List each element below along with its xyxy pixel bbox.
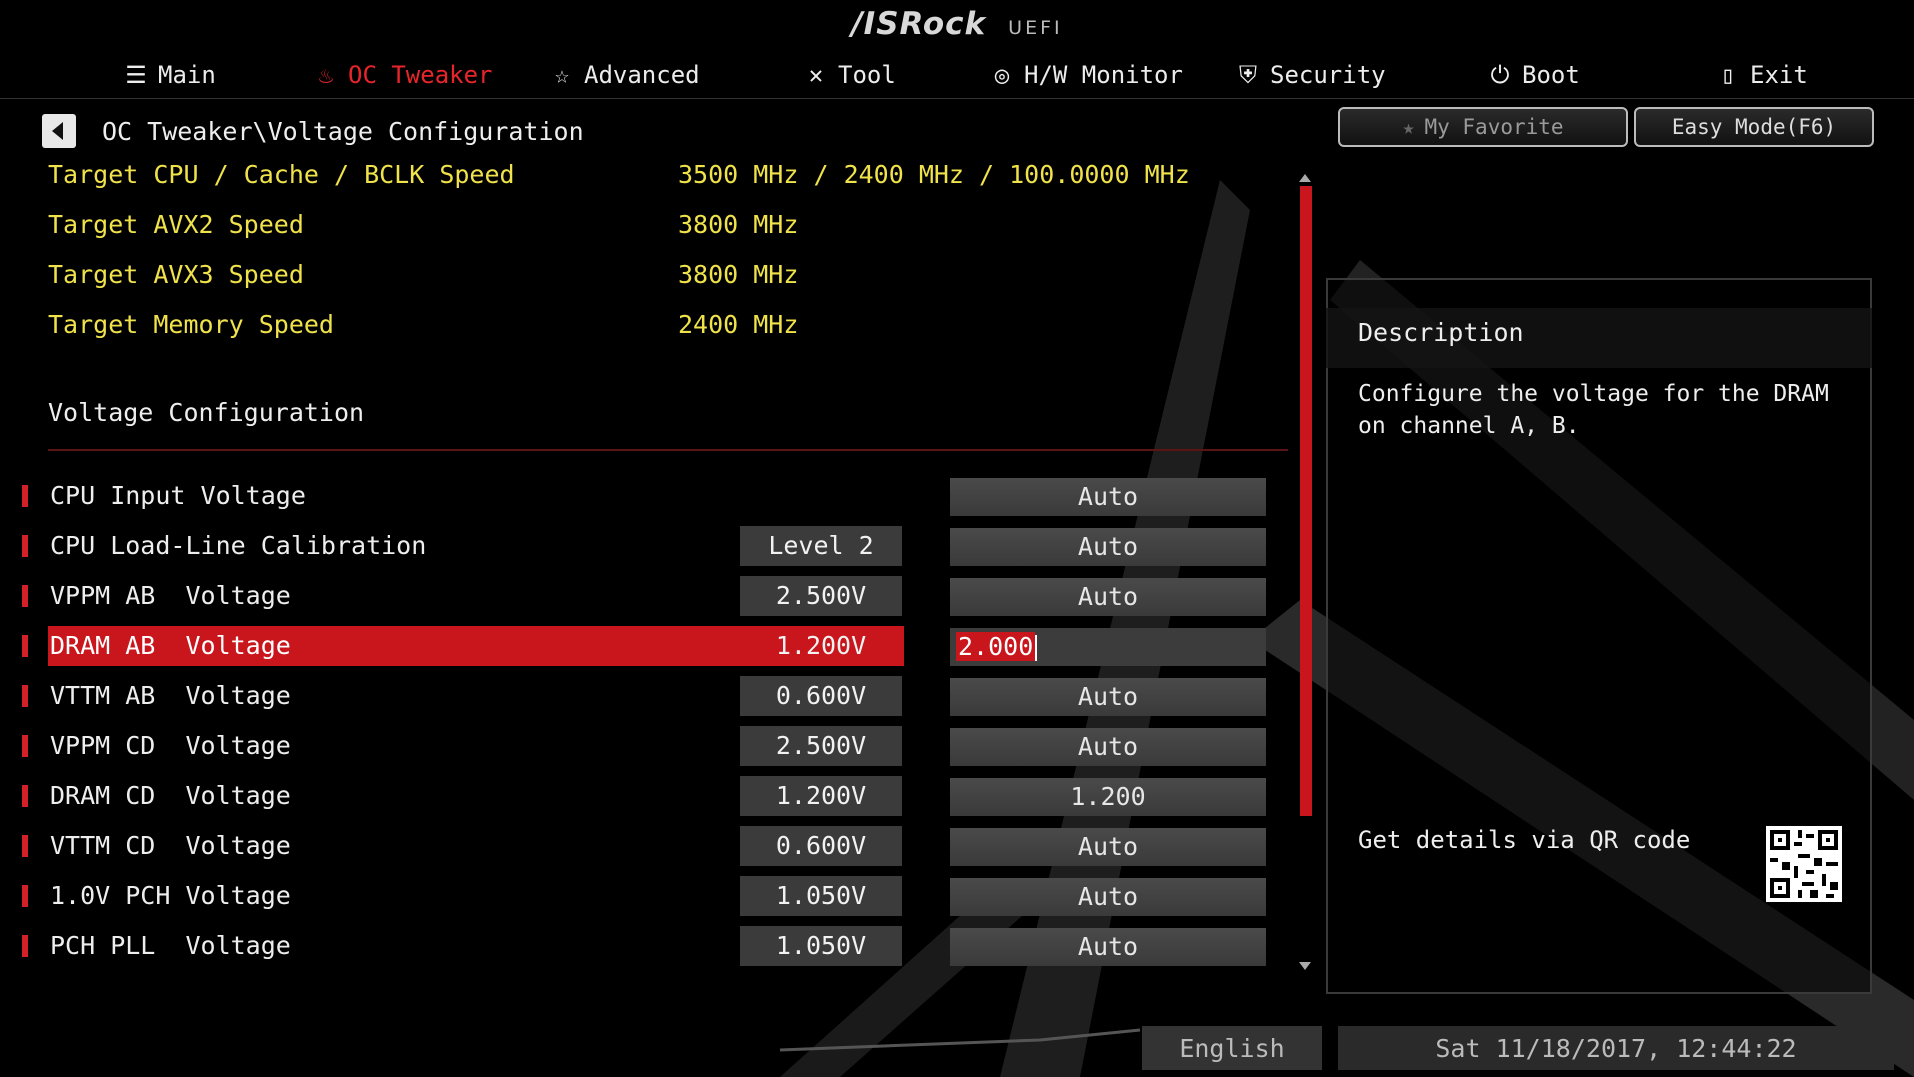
target-label: Target AVX2 Speed <box>48 210 304 239</box>
breadcrumb-text: OC Tweaker\Voltage Configuration <box>102 116 584 146</box>
row-marker <box>22 485 28 507</box>
current-value: 1.050V <box>740 926 902 966</box>
back-button[interactable] <box>42 114 76 148</box>
setting-value[interactable]: 1.200 <box>950 778 1266 816</box>
setting-value[interactable]: Auto <box>950 928 1266 966</box>
setting-label: 1.0V PCH Voltage <box>50 881 291 910</box>
tab-advanced[interactable]: ☆ Advanced <box>548 58 700 92</box>
current-value: 0.600V <box>740 676 902 716</box>
row-marker <box>22 735 28 757</box>
top-navigation: ☰ Main ♨ OC Tweaker ☆ Advanced ✕ Tool ◎ H/W M… <box>0 52 1914 99</box>
shield-icon: ⛨ <box>1239 61 1257 89</box>
tab-exit[interactable]: ▯ Exit <box>1714 58 1808 92</box>
setting-row[interactable]: CPU Load-Line Calibration Level 2 Auto <box>0 526 1270 566</box>
current-value: 1.200V <box>740 776 902 816</box>
setting-label: VPPM AB Voltage <box>50 581 291 610</box>
setting-value[interactable]: Auto <box>950 878 1266 916</box>
row-marker <box>22 835 28 857</box>
breadcrumb: OC Tweaker\Voltage Configuration <box>42 114 584 148</box>
setting-value[interactable]: Auto <box>950 828 1266 866</box>
current-value: 2.500V <box>740 576 902 616</box>
setting-label: VPPM CD Voltage <box>50 731 291 760</box>
target-value: 3800 MHz <box>678 260 799 289</box>
target-label: Target CPU / Cache / BCLK Speed <box>48 160 515 189</box>
tools-icon: ✕ <box>808 61 824 89</box>
row-marker <box>22 885 28 907</box>
current-value: 0.600V <box>740 826 902 866</box>
setting-row[interactable]: VPPM AB Voltage 2.500V Auto <box>0 576 1270 616</box>
list-icon: ☰ <box>125 61 147 89</box>
setting-row[interactable]: CPU Input Voltage Auto <box>0 476 1270 516</box>
setting-row-selected[interactable]: DRAM AB Voltage 1.200V 2.000 <box>0 626 1270 666</box>
setting-row[interactable]: PCH PLL Voltage 1.050V Auto <box>0 926 1270 966</box>
setting-row[interactable]: 1.0V PCH Voltage 1.050V Auto <box>0 876 1270 916</box>
setting-row[interactable]: VPPM CD Voltage 2.500V Auto <box>0 726 1270 766</box>
row-marker <box>22 785 28 807</box>
setting-value[interactable]: Auto <box>950 528 1266 566</box>
flame-icon: ♨ <box>318 61 334 89</box>
tab-tool[interactable]: ✕ Tool <box>802 58 896 92</box>
exit-icon: ▯ <box>1720 61 1736 89</box>
setting-value[interactable]: Auto <box>950 678 1266 716</box>
scroll-down-arrow-icon[interactable] <box>1299 962 1311 970</box>
setting-value[interactable]: Auto <box>950 578 1266 616</box>
setting-row[interactable]: VTTM CD Voltage 0.600V Auto <box>0 826 1270 866</box>
tab-boot[interactable]: ⏻ Boot <box>1486 58 1580 92</box>
scrollbar-thumb[interactable] <box>1300 186 1312 816</box>
star-icon: ☆ <box>554 61 570 89</box>
tab-main[interactable]: ☰ Main <box>122 58 216 92</box>
current-value: 1.200V <box>740 626 902 666</box>
qr-code-icon <box>1766 826 1842 902</box>
easy-mode-button[interactable]: Easy Mode(F6) <box>1634 107 1874 147</box>
section-divider <box>48 449 1288 451</box>
current-value: 2.500V <box>740 726 902 766</box>
text-caret <box>1035 635 1038 661</box>
row-marker <box>22 585 28 607</box>
back-arrow-icon <box>52 122 63 140</box>
current-value: Level 2 <box>740 526 902 566</box>
setting-value[interactable]: Auto <box>950 728 1266 766</box>
target-value: 3500 MHz / 2400 MHz / 100.0000 MHz <box>678 160 1190 189</box>
setting-label: VTTM CD Voltage <box>50 831 291 860</box>
setting-label: DRAM CD Voltage <box>50 781 291 810</box>
asrock-logo: /ISRock UEFI <box>851 6 1063 42</box>
current-value: 1.050V <box>740 876 902 916</box>
star-icon: ★ <box>1402 115 1415 139</box>
setting-row[interactable]: VTTM AB Voltage 0.600V Auto <box>0 676 1270 716</box>
power-icon: ⏻ <box>1490 61 1510 89</box>
target-value: 2400 MHz <box>678 310 799 339</box>
row-marker <box>22 535 28 557</box>
setting-value[interactable]: Auto <box>950 478 1266 516</box>
row-marker <box>22 635 28 657</box>
target-label: Target Memory Speed <box>48 310 334 339</box>
scroll-up-arrow-icon[interactable] <box>1299 174 1311 182</box>
setting-label: VTTM AB Voltage <box>50 681 291 710</box>
setting-label: PCH PLL Voltage <box>50 931 291 960</box>
section-title: Voltage Configuration <box>48 398 365 427</box>
tab-security[interactable]: ⛨ Security <box>1234 58 1386 92</box>
setting-row[interactable]: DRAM CD Voltage 1.200V 1.200 <box>0 776 1270 816</box>
row-marker <box>22 685 28 707</box>
tab-oc-tweaker[interactable]: ♨ OC Tweaker <box>312 58 493 92</box>
date-time-display: Sat 11/18/2017, 12:44:22 <box>1338 1026 1894 1070</box>
description-title: Description <box>1358 318 1524 347</box>
setting-label: CPU Input Voltage <box>50 481 306 510</box>
target-label: Target AVX3 Speed <box>48 260 304 289</box>
tab-hw-monitor[interactable]: ◎ H/W Monitor <box>988 58 1183 92</box>
description-text: Configure the voltage for the DRAM on ch… <box>1358 381 1829 439</box>
language-button[interactable]: English <box>1142 1026 1322 1070</box>
voltage-input[interactable]: 2.000 <box>950 628 1266 666</box>
target-value: 3800 MHz <box>678 210 799 239</box>
setting-label: CPU Load-Line Calibration <box>50 531 427 560</box>
qr-label: Get details via QR code <box>1358 826 1691 854</box>
my-favorite-button[interactable]: ★ My Favorite <box>1338 107 1628 147</box>
row-marker <box>22 935 28 957</box>
monitor-icon: ◎ <box>994 61 1010 89</box>
